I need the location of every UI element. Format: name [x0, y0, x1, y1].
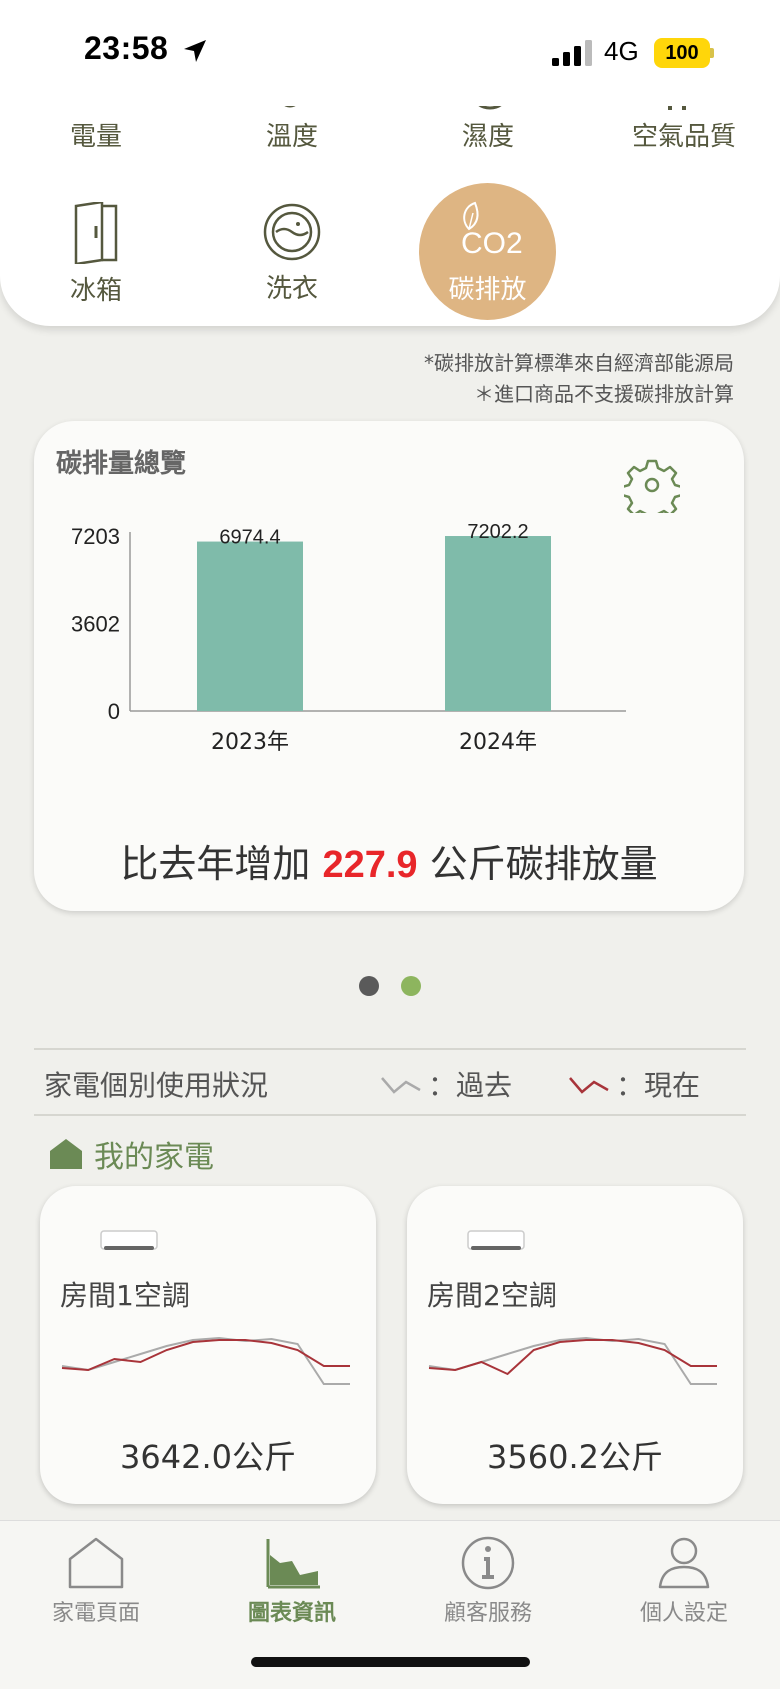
bar — [197, 541, 303, 711]
air-conditioner-icon — [100, 1230, 158, 1250]
fridge-icon — [74, 202, 118, 264]
bar-value-label: 6974.4 — [219, 527, 280, 549]
appliance-card[interactable]: 房間1空調 3642.0公斤 — [40, 1186, 376, 1504]
category-power[interactable]: 電量 — [26, 116, 166, 153]
past-line-icon — [381, 1077, 421, 1094]
status-time: 23:58 — [84, 30, 169, 66]
category-label: 濕度 — [461, 122, 514, 152]
usage-sparkline — [61, 1336, 350, 1385]
usage-title: 家電個別使用狀況 — [44, 1069, 269, 1102]
nav-item-home[interactable]: 家電頁面 — [16, 1535, 176, 1627]
legend-past: ：過去 — [380, 1064, 512, 1104]
info-icon — [461, 1536, 515, 1590]
legend-now-label: ：現在 — [616, 1069, 701, 1102]
category-label: 洗衣 — [265, 274, 318, 304]
appliance-name: 房間2空調 — [427, 1279, 557, 1312]
usage-sparkline — [428, 1336, 717, 1385]
battery-icon: 100 — [654, 38, 710, 68]
overview-card[interactable]: 碳排量總覽 0 3602 7203 6974.4 2023年 7202.2 2024年 比去… — [34, 421, 744, 911]
washing-machine-icon — [263, 203, 321, 261]
air-conditioner-icon — [467, 1230, 525, 1250]
my-appliances-label: 我的家電 — [94, 1140, 214, 1175]
category-co2[interactable]: CO2 碳排放 — [419, 183, 556, 320]
y-tick-label: 7203 — [71, 524, 120, 549]
appliance-value: 3560.2公斤 — [487, 1438, 663, 1476]
battery-tip — [710, 48, 714, 58]
bar — [445, 536, 551, 711]
category-label: 冰箱 — [69, 276, 122, 306]
network-label: 4G — [604, 36, 639, 66]
legend-now: ：現在 — [568, 1064, 700, 1104]
summary-suffix: 公斤碳排放量 — [429, 842, 658, 886]
nav-label: 個人設定 — [639, 1601, 728, 1626]
nav-label: 家電頁面 — [51, 1601, 140, 1626]
appliance-name: 房間1空調 — [60, 1279, 190, 1312]
x-tick-label: 2024年 — [459, 730, 537, 755]
user-icon — [658, 1537, 710, 1589]
home-filled-icon — [50, 1139, 82, 1169]
divider — [34, 1114, 746, 1116]
note-line: *碳排放計算標準來自經濟部能源局 — [424, 351, 734, 375]
signal-icon — [552, 40, 592, 66]
summary-text: 比去年增加 227.9 公斤碳排放量 — [34, 833, 744, 888]
x-tick-label: 2023年 — [211, 730, 289, 755]
summary-prefix: 比去年增加 — [120, 842, 311, 886]
note-line: ＊進口商品不支援碳排放計算 — [474, 382, 734, 406]
appliance-card[interactable]: 房間2空調 3560.2公斤 — [407, 1186, 743, 1504]
nav-item-profile[interactable]: 個人設定 — [604, 1535, 764, 1627]
legend-past-label: ：過去 — [428, 1069, 513, 1102]
category-humidity[interactable]: 濕度 — [418, 116, 558, 153]
now-line-icon — [569, 1077, 609, 1094]
home-indicator — [251, 1657, 530, 1667]
screen: 電量 溫度 濕度 空氣品質 冰箱 洗衣 CO2 碳排放 23:58 4G 100… — [0, 0, 780, 1689]
divider — [34, 1048, 746, 1050]
category-washing[interactable]: 洗衣 — [222, 202, 362, 305]
status-bar: 23:58 4G 100 — [0, 0, 780, 106]
nav-label: 圖表資訊 — [247, 1601, 336, 1626]
nav-label: 顧客服務 — [443, 1601, 532, 1626]
y-tick-label: 3602 — [71, 611, 120, 636]
pager-dot-2[interactable] — [401, 976, 421, 996]
house-icon — [68, 1537, 124, 1589]
y-tick-label: 0 — [108, 699, 120, 724]
location-arrow-icon — [184, 40, 206, 62]
past-usage-line — [61, 1336, 350, 1385]
category-label: 電量 — [69, 122, 122, 152]
past-usage-line — [428, 1336, 717, 1385]
category-air-quality[interactable]: 空氣品質 — [614, 116, 754, 153]
category-label: 碳排放 — [448, 275, 527, 305]
category-label: 溫度 — [265, 122, 318, 152]
chart-icon — [266, 1539, 320, 1589]
appliance-value: 3642.0公斤 — [120, 1438, 296, 1476]
summary-value: 227.9 — [322, 844, 418, 886]
notes: *碳排放計算標準來自經濟部能源局 ＊進口商品不支援碳排放計算 — [424, 348, 734, 410]
pager-dot-1[interactable] — [359, 976, 379, 996]
co2-icon-text: CO2 — [461, 227, 523, 260]
co2-icon: CO2 — [461, 201, 523, 260]
co2-bar-chart: 0 3602 7203 6974.4 2023年 7202.2 2024年 — [71, 521, 626, 755]
nav-item-charts[interactable]: 圖表資訊 — [212, 1535, 372, 1627]
category-temperature[interactable]: 溫度 — [222, 116, 362, 153]
category-label: 空氣品質 — [631, 122, 736, 152]
bar-value-label: 7202.2 — [467, 521, 528, 543]
category-fridge[interactable]: 冰箱 — [26, 202, 166, 307]
nav-item-support[interactable]: 顧客服務 — [408, 1535, 568, 1627]
my-appliances-header: 我的家電 — [48, 1132, 214, 1176]
